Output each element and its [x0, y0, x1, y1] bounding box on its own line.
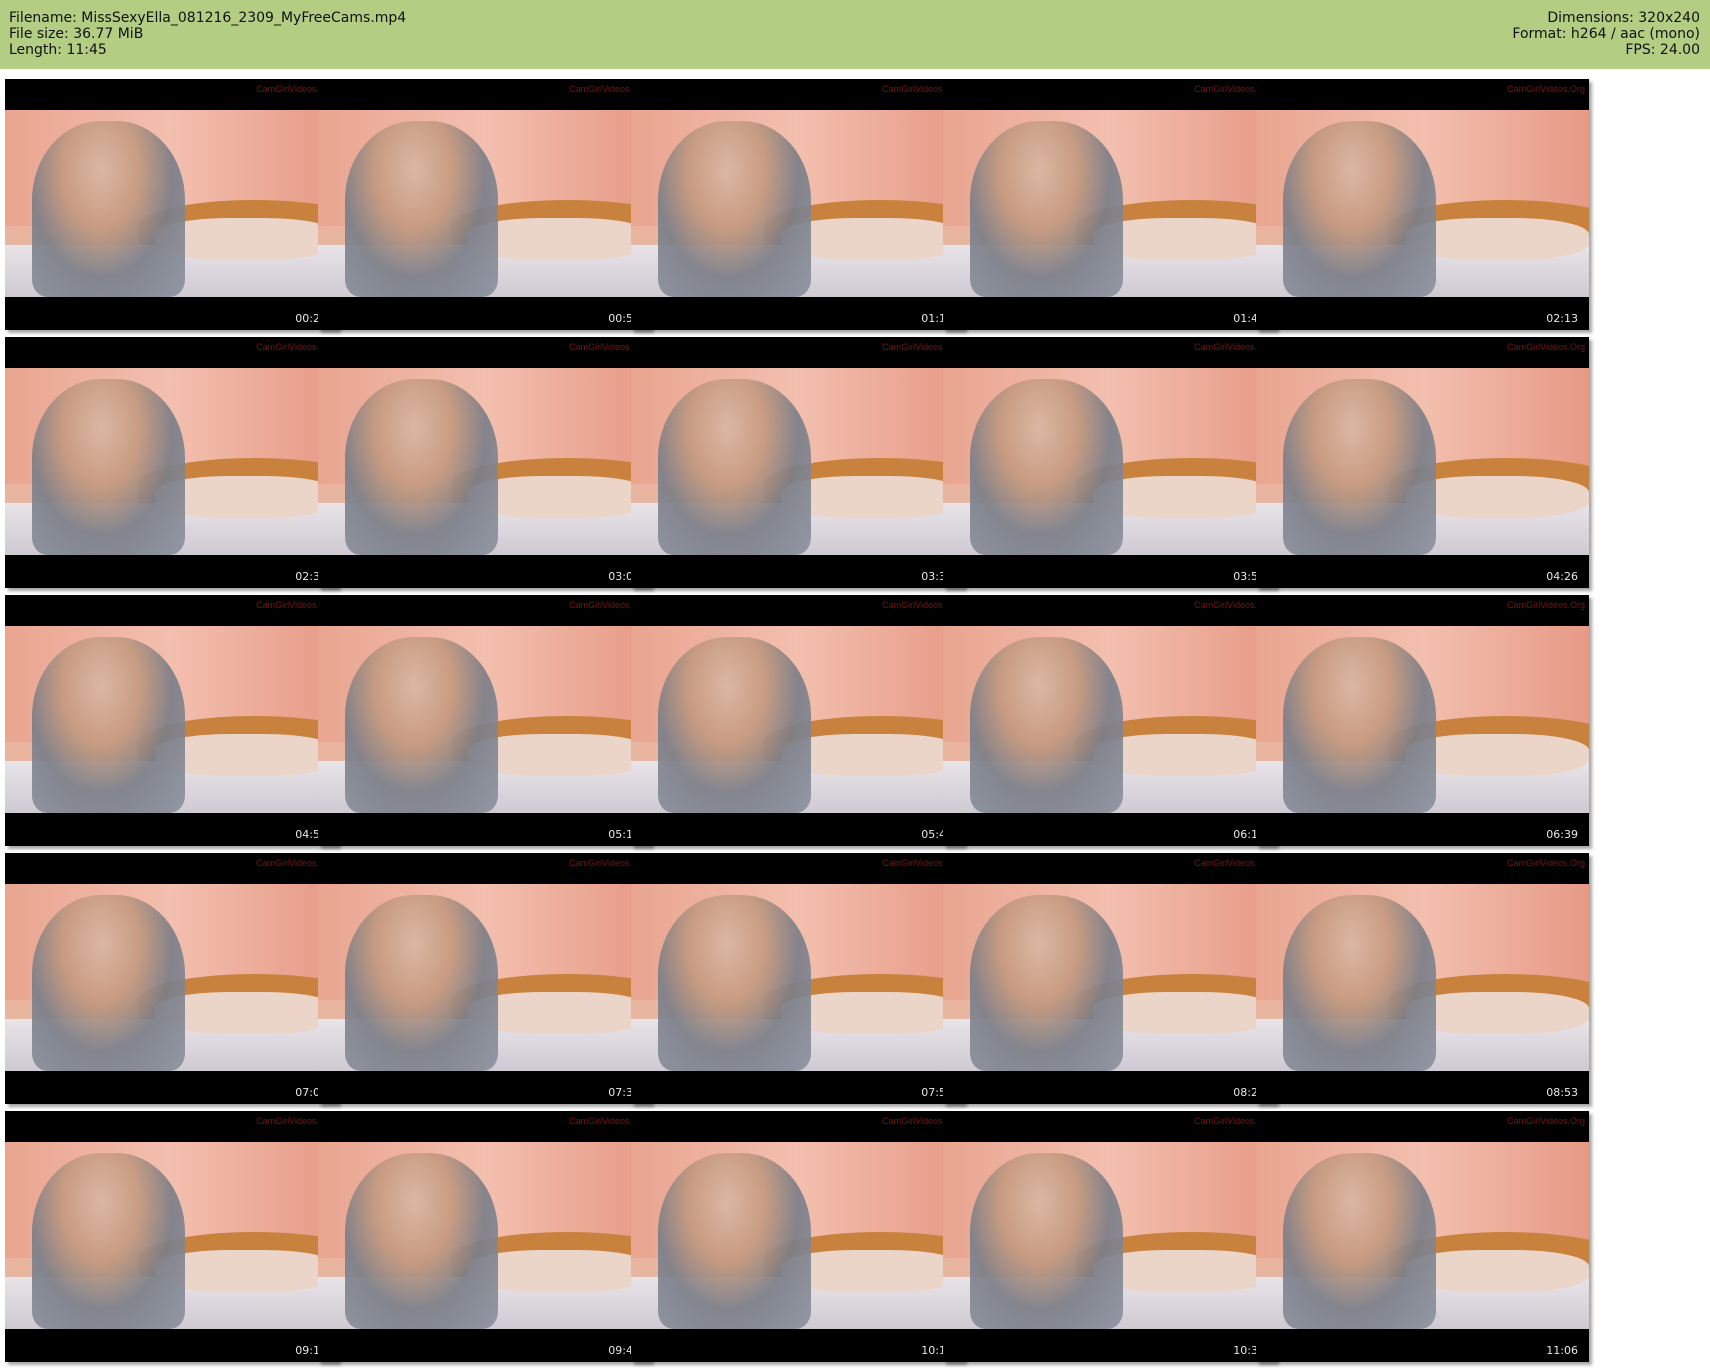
thumbnail-frame-image	[318, 368, 651, 555]
video-thumbnail: CamGirlVideos.Org 08:26	[943, 853, 1276, 1104]
thumbnail-frame-image	[943, 884, 1276, 1071]
thumbnail-frame-image	[318, 1142, 651, 1329]
video-thumbnail: CamGirlVideos.Org 07:59	[631, 853, 964, 1104]
video-thumbnail: CamGirlVideos.Org 11:06	[1256, 1111, 1589, 1362]
video-thumbnail: CamGirlVideos.Org 10:13	[631, 1111, 964, 1362]
video-thumbnail: CamGirlVideos.Org 07:33	[318, 853, 651, 1104]
thumbnail-frame-image	[631, 884, 964, 1071]
scene-person	[1282, 121, 1436, 297]
scene-person	[969, 121, 1123, 297]
video-thumbnail: CamGirlVideos.Org 00:26	[5, 79, 338, 330]
video-thumbnail: CamGirlVideos.Org 10:39	[943, 1111, 1276, 1362]
scene-person	[969, 895, 1123, 1071]
timestamp-label: 11:06	[1546, 1344, 1578, 1357]
timestamp-label: 08:53	[1546, 1086, 1578, 1099]
thumbnail-frame-image	[943, 626, 1276, 813]
file-size-label: File size: 36.77 MiB	[9, 26, 144, 42]
scene-person	[31, 379, 185, 555]
timestamp-label: 06:39	[1546, 828, 1578, 841]
scene-person	[31, 895, 185, 1071]
scene-person	[657, 895, 811, 1071]
video-thumbnail: CamGirlVideos.Org 08:53	[1256, 853, 1589, 1104]
scene-person	[969, 379, 1123, 555]
scene-person	[31, 1153, 185, 1329]
thumbnail-frame-image	[5, 368, 338, 555]
scene-person	[969, 637, 1123, 813]
thumbnail-frame-image	[5, 884, 338, 1071]
thumbnail-frame-image	[1256, 626, 1589, 813]
thumbnail-frame-image	[5, 1142, 338, 1329]
scene-person	[657, 637, 811, 813]
thumbnail-frame-image	[1256, 884, 1589, 1071]
thumbnail-frame-image	[1256, 110, 1589, 297]
length-label: Length: 11:45	[9, 42, 107, 58]
info-header: Filename: MissSexyElla_081216_2309_MyFre…	[0, 0, 1710, 69]
scene-person	[1282, 379, 1436, 555]
video-thumbnail: CamGirlVideos.Org 03:06	[318, 337, 651, 588]
video-thumbnail: CamGirlVideos.Org 05:46	[631, 595, 964, 846]
video-thumbnail: CamGirlVideos.Org 03:33	[631, 337, 964, 588]
video-thumbnail: CamGirlVideos.Org 02:13	[1256, 79, 1589, 330]
thumbnail-frame-image	[1256, 1142, 1589, 1329]
video-thumbnail: CamGirlVideos.Org 06:39	[1256, 595, 1589, 846]
thumbnail-grid: CamGirlVideos.Org 00:26 CamGirlVideos.Org 0…	[5, 79, 1710, 1369]
video-thumbnail: CamGirlVideos.Org 07:06	[5, 853, 338, 1104]
thumbnail-frame-image	[631, 368, 964, 555]
scene-person	[31, 637, 185, 813]
thumbnail-frame-image	[318, 626, 651, 813]
file-info: Filename: MissSexyElla_081216_2309_MyFre…	[9, 10, 406, 58]
scene-person	[1282, 637, 1436, 813]
video-thumbnail: CamGirlVideos.Org 01:46	[943, 79, 1276, 330]
video-thumbnail: CamGirlVideos.Org 04:53	[5, 595, 338, 846]
scene-person	[344, 895, 498, 1071]
watermark-text: CamGirlVideos.Org	[1507, 1116, 1585, 1126]
video-thumbnail: CamGirlVideos.Org 01:19	[631, 79, 964, 330]
video-thumbnail: CamGirlVideos.Org 06:13	[943, 595, 1276, 846]
format-label: Format: h264 / aac (mono)	[1512, 26, 1700, 42]
dimensions-label: Dimensions: 320x240	[1547, 10, 1700, 26]
video-thumbnail: CamGirlVideos.Org 03:59	[943, 337, 1276, 588]
watermark-text: CamGirlVideos.Org	[1507, 342, 1585, 352]
scene-person	[344, 121, 498, 297]
scene-person	[344, 637, 498, 813]
fps-label: FPS: 24.00	[1625, 42, 1700, 58]
scene-person	[969, 1153, 1123, 1329]
scene-person	[657, 121, 811, 297]
video-thumbnail: CamGirlVideos.Org 05:19	[318, 595, 651, 846]
filename-label: Filename: MissSexyElla_081216_2309_MyFre…	[9, 10, 407, 26]
thumbnail-frame-image	[318, 884, 651, 1071]
video-thumbnail: CamGirlVideos.Org 02:39	[5, 337, 338, 588]
video-thumbnail: CamGirlVideos.Org 09:19	[5, 1111, 338, 1362]
scene-person	[657, 379, 811, 555]
video-thumbnail: CamGirlVideos.Org 00:53	[318, 79, 651, 330]
timestamp-label: 04:26	[1546, 570, 1578, 583]
thumbnail-frame-image	[1256, 368, 1589, 555]
stream-info: Dimensions: 320x240 Format: h264 / aac (…	[1512, 10, 1700, 58]
video-thumbnail: CamGirlVideos.Org 04:26	[1256, 337, 1589, 588]
thumbnail-frame-image	[631, 626, 964, 813]
scene-person	[1282, 895, 1436, 1071]
thumbnail-frame-image	[5, 110, 338, 297]
thumbnail-frame-image	[5, 626, 338, 813]
scene-person	[1282, 1153, 1436, 1329]
thumbnail-frame-image	[943, 368, 1276, 555]
scene-person	[344, 379, 498, 555]
watermark-text: CamGirlVideos.Org	[1507, 858, 1585, 868]
timestamp-label: 02:13	[1546, 312, 1578, 325]
scene-person	[31, 121, 185, 297]
scene-person	[657, 1153, 811, 1329]
thumbnail-frame-image	[631, 1142, 964, 1329]
thumbnail-frame-image	[318, 110, 651, 297]
video-thumbnail: CamGirlVideos.Org 09:46	[318, 1111, 651, 1362]
watermark-text: CamGirlVideos.Org	[1507, 84, 1585, 94]
thumbnail-frame-image	[943, 110, 1276, 297]
scene-person	[344, 1153, 498, 1329]
thumbnail-frame-image	[631, 110, 964, 297]
watermark-text: CamGirlVideos.Org	[1507, 600, 1585, 610]
thumbnail-frame-image	[943, 1142, 1276, 1329]
